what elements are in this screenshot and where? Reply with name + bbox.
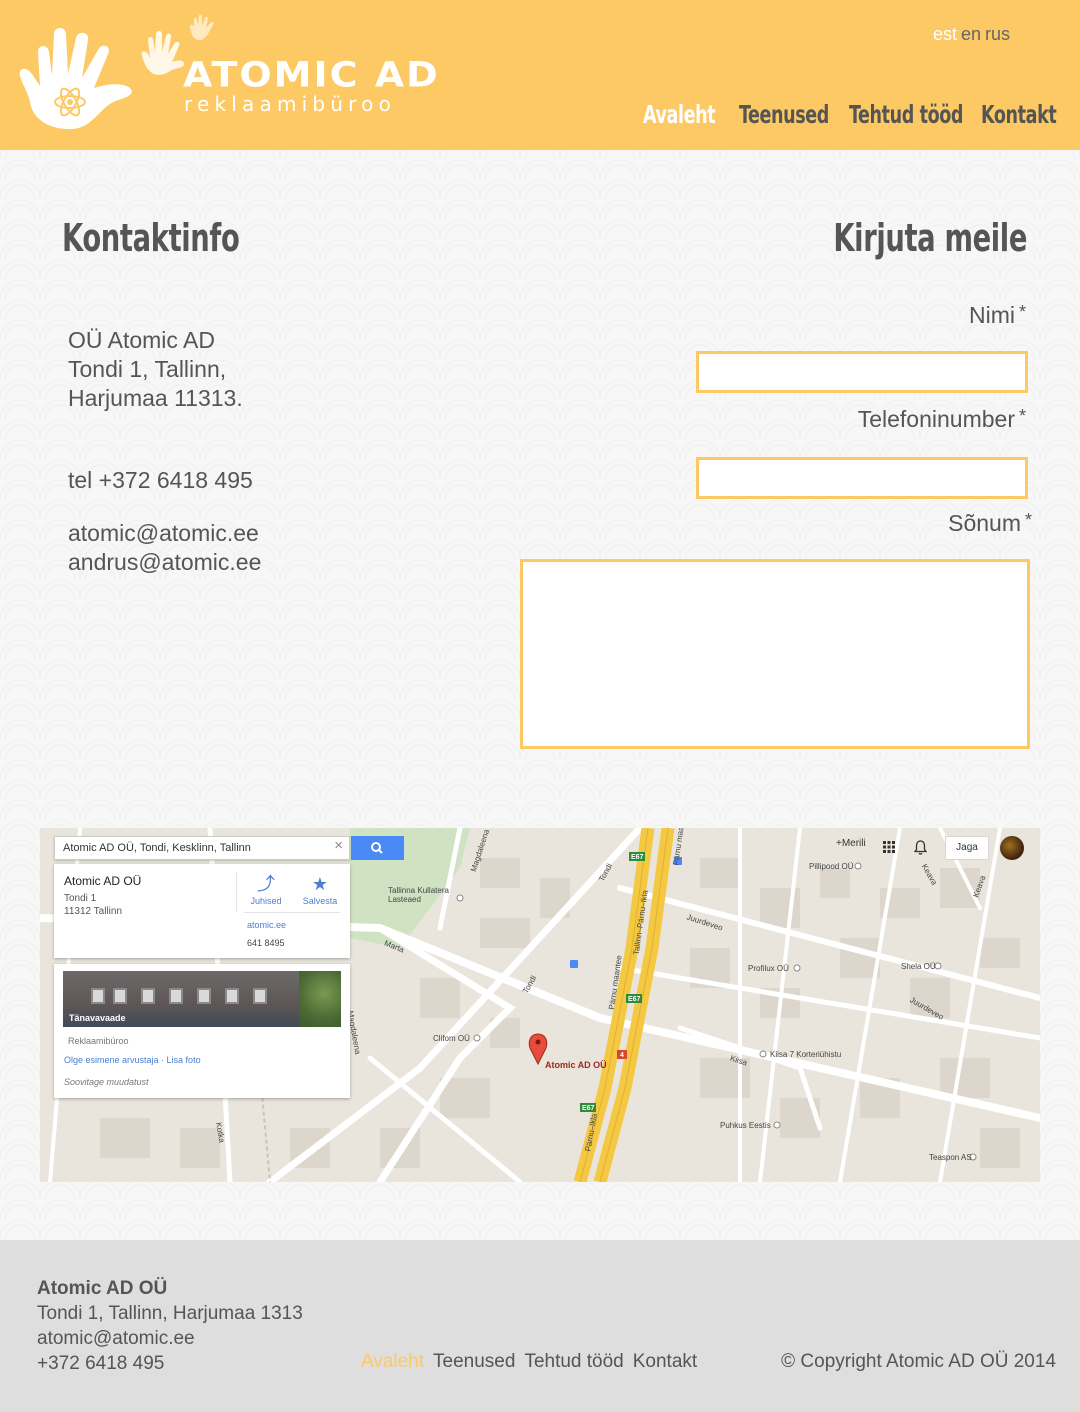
road-badge: E67	[628, 996, 641, 1003]
bell-icon[interactable]	[914, 840, 927, 855]
directions-label: Juhised	[250, 896, 282, 906]
avatar[interactable]	[1000, 836, 1024, 860]
map-search-button[interactable]	[351, 836, 404, 860]
place-label[interactable]: Teaspon AS	[929, 1153, 972, 1162]
card-divider	[244, 912, 340, 913]
place-address-line: 11312 Tallinn	[64, 906, 123, 917]
place-name: Atomic AD OÜ	[64, 874, 142, 888]
place-label[interactable]: Puhkus Eestis	[720, 1121, 771, 1130]
contact-heading: Kontaktinfo	[62, 216, 240, 260]
footer-phone: +372 6418 495	[37, 1353, 165, 1374]
streetview-label: Tänavavaade	[69, 1013, 126, 1023]
brand-title[interactable]: ATOMIC AD	[183, 56, 440, 93]
footer-company: Atomic AD OÜ	[37, 1278, 168, 1299]
tiny-hand-icon	[189, 14, 214, 41]
save-button[interactable]: ★ Salvesta	[295, 874, 345, 906]
apps-grid-icon[interactable]	[883, 841, 895, 853]
search-icon	[371, 842, 383, 854]
footer-contact: Atomic AD OÜ Tondi 1, Tallinn, Harjumaa …	[37, 1276, 303, 1376]
review-link[interactable]: Olge esimene arvustaja · Lisa foto	[64, 1055, 201, 1065]
copyright: © Copyright Atomic AD OÜ 2014	[781, 1351, 1056, 1372]
road-badge: E67	[631, 854, 644, 861]
place-phone: 641 8495	[247, 938, 285, 948]
required-mark: *	[1018, 302, 1026, 322]
card-divider	[236, 872, 237, 912]
place-category: Reklaamibüroo	[68, 1036, 129, 1046]
embedded-map[interactable]: E67 E67 E67 4 Magdaleena Tondi Pärnu maa…	[40, 828, 1040, 1182]
place-label[interactable]: Clifom OÜ	[433, 1034, 470, 1043]
website-link[interactable]: atomic.ee	[247, 920, 286, 930]
email-link[interactable]: andrus@atomic.ee	[68, 548, 261, 577]
site-header: ATOMIC AD reklaamibüroo est en rus Avaleht…	[0, 0, 1080, 150]
small-hand-icon	[141, 31, 184, 75]
site-footer: Atomic AD OÜ Tondi 1, Tallinn, Harjumaa …	[0, 1240, 1080, 1412]
language-switcher: est en rus	[933, 24, 1014, 45]
lang-en[interactable]: en	[961, 24, 981, 44]
road-badge: E67	[582, 1105, 595, 1112]
phone-label: Telefoninumber *	[858, 406, 1026, 433]
user-link[interactable]: +Merili	[836, 838, 866, 849]
footer-nav-teenused[interactable]: Teenused	[433, 1351, 515, 1372]
name-label: Nimi *	[969, 302, 1026, 329]
footer-nav: Avaleht Teenused Tehtud tööd Kontakt	[361, 1351, 706, 1373]
footer-nav-tehtud-tood[interactable]: Tehtud tööd	[524, 1351, 623, 1372]
place-address: Tondi 1 11312 Tallinn	[64, 892, 122, 918]
address-line: OÜ Atomic AD	[68, 327, 215, 353]
email-link[interactable]: atomic@atomic.ee	[68, 519, 261, 548]
address-line: Harjumaa 11313.	[68, 385, 243, 411]
message-textarea[interactable]	[520, 559, 1030, 749]
email-block: atomic@atomic.ee andrus@atomic.ee	[68, 519, 261, 577]
share-button[interactable]: Jaga	[945, 836, 989, 860]
place-label[interactable]: Shela OÜ	[901, 962, 936, 971]
map-search-text: Atomic AD OÜ, Tondi, Kesklinn, Tallinn	[63, 842, 251, 854]
phone-label-text: Telefoninumber	[857, 406, 1015, 432]
place-card: Atomic AD OÜ Tondi 1 11312 Tallinn ⤴ Juh…	[54, 864, 350, 958]
place-label[interactable]: Tallinna Kullatera Lasteaed	[388, 886, 462, 904]
star-icon: ★	[311, 874, 329, 894]
clear-icon[interactable]: ×	[334, 838, 343, 853]
lang-rus[interactable]: rus	[985, 24, 1010, 44]
nav-teenused[interactable]: Teenused	[739, 100, 829, 129]
footer-email[interactable]: atomic@atomic.ee	[37, 1326, 303, 1351]
place-label[interactable]: Pillipood OÜ	[809, 862, 853, 871]
pin-label[interactable]: Atomic AD OÜ	[545, 1060, 607, 1070]
message-label-text: Sõnum	[948, 510, 1021, 536]
save-label: Salvesta	[302, 896, 338, 906]
place-label[interactable]: Profilux OÜ	[748, 964, 789, 973]
road-badge: 4	[620, 1052, 624, 1059]
nav-tehtud-tood[interactable]: Tehtud tööd	[849, 100, 963, 129]
map-search-input[interactable]: Atomic AD OÜ, Tondi, Kesklinn, Tallinn ×	[54, 836, 350, 860]
place-address-line: Tondi 1	[64, 893, 97, 904]
nav-kontakt[interactable]: Kontakt	[981, 100, 1057, 129]
lang-est[interactable]: est	[933, 24, 957, 44]
main-nav: Avaleht Teenused Tehtud tööd Kontakt	[0, 100, 1080, 134]
required-mark: *	[1024, 510, 1032, 530]
place-label[interactable]: Kiisa 7 Korteriühistu	[770, 1050, 841, 1059]
footer-nav-kontakt[interactable]: Kontakt	[633, 1351, 697, 1372]
suggest-edit-link[interactable]: Soovitage muudatust	[64, 1077, 149, 1087]
message-label: Sõnum *	[948, 510, 1032, 537]
nav-avaleht[interactable]: Avaleht	[643, 100, 716, 129]
name-input[interactable]	[696, 351, 1028, 393]
tree-image	[299, 971, 341, 1027]
phone-input[interactable]	[696, 457, 1028, 499]
required-mark: *	[1018, 406, 1026, 426]
address-line: Tondi 1, Tallinn,	[68, 356, 227, 382]
directions-button[interactable]: ⤴ Juhised	[241, 874, 291, 906]
name-label-text: Nimi	[968, 302, 1015, 328]
contact-phone: tel +372 6418 495	[68, 467, 253, 493]
streetview-card: Tänavavaade Reklaamibüroo Olge esimene a…	[54, 964, 350, 1098]
directions-icon: ⤴	[257, 874, 275, 894]
streetview-photo[interactable]: Tänavavaade	[63, 971, 341, 1027]
footer-nav-avaleht[interactable]: Avaleht	[361, 1351, 424, 1372]
footer-address: Tondi 1, Tallinn, Harjumaa 1313	[37, 1303, 303, 1324]
form-heading: Kirjuta meile	[833, 216, 1027, 260]
address-block: OÜ Atomic AD Tondi 1, Tallinn, Harjumaa …	[68, 326, 243, 413]
